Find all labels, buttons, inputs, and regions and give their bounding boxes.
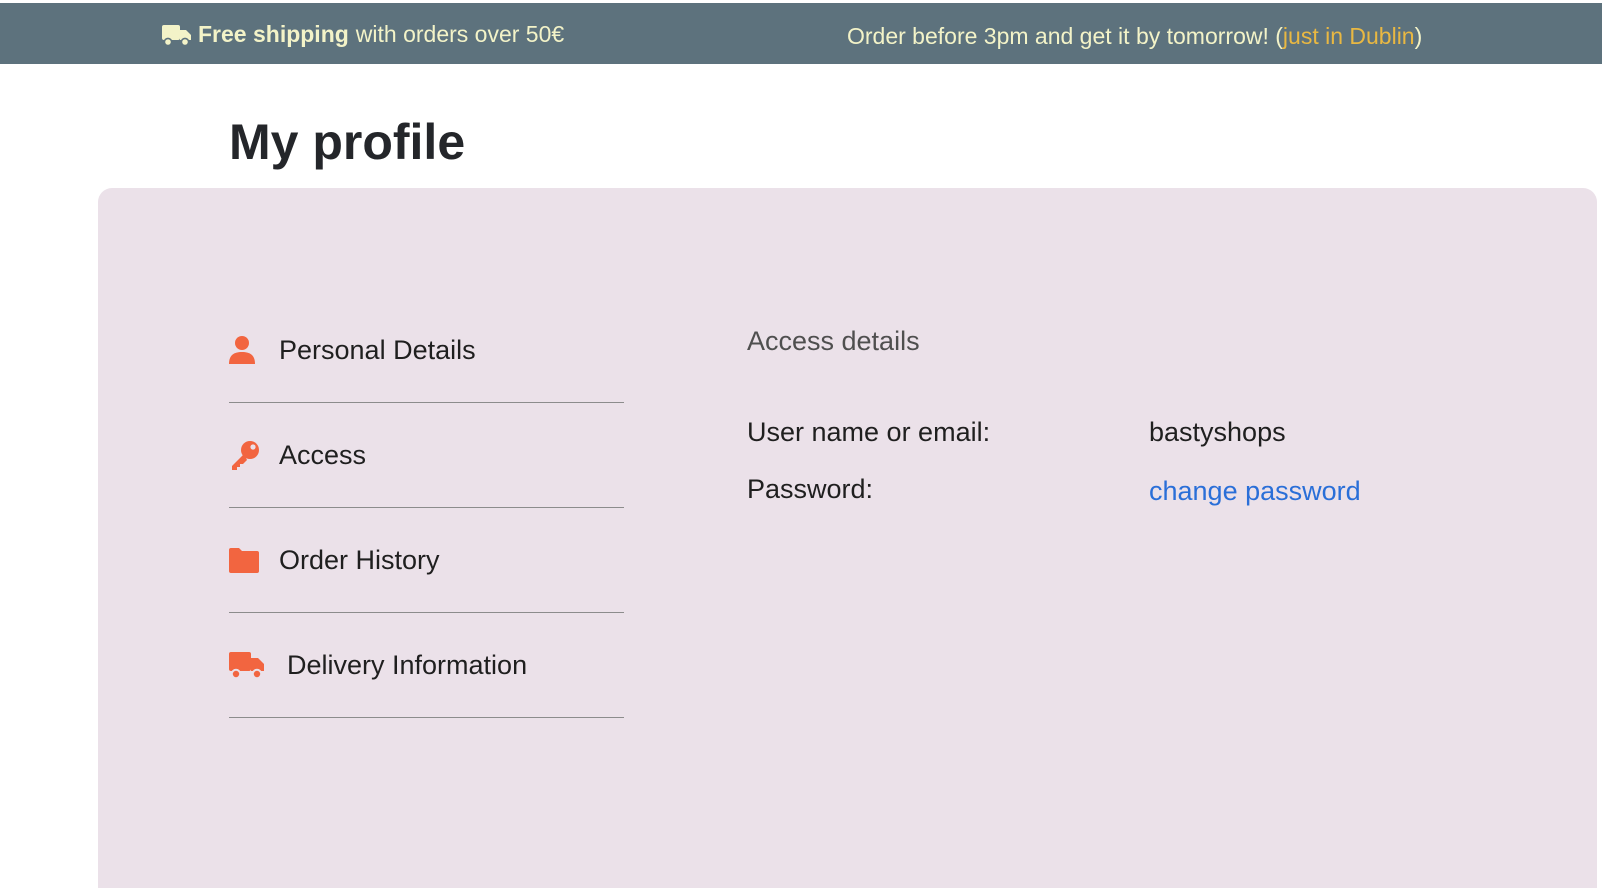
sidebar-item-label: Personal Details xyxy=(279,334,476,365)
profile-sidebar: Personal Details Access Order History De… xyxy=(229,298,624,718)
free-shipping-label: Free shipping xyxy=(198,21,349,47)
sidebar-item-delivery-information[interactable]: Delivery Information xyxy=(229,613,624,718)
free-shipping-notice: Free shipping with orders over 50€ xyxy=(162,21,564,48)
sidebar-item-access[interactable]: Access xyxy=(229,403,624,508)
deadline-text: Order before 3pm and get it by tomorrow!… xyxy=(847,23,1283,49)
dublin-highlight: just in Dublin xyxy=(1282,23,1415,49)
deadline-close-paren: ) xyxy=(1414,23,1423,49)
username-label: User name or email: xyxy=(747,417,991,447)
password-label: Password: xyxy=(747,474,874,504)
delivery-deadline-notice: Order before 3pm and get it by tomorrow!… xyxy=(847,23,1422,50)
sidebar-item-label: Access xyxy=(279,439,367,470)
username-value: bastyshops xyxy=(1149,417,1286,447)
folder-icon xyxy=(229,547,265,573)
sidebar-item-label: Delivery Information xyxy=(287,649,528,680)
truck-icon xyxy=(229,650,273,680)
user-icon xyxy=(229,335,265,365)
promo-banner: Free shipping with orders over 50€ Order… xyxy=(0,3,1602,64)
page-title: My profile xyxy=(229,114,466,170)
key-icon xyxy=(229,439,265,471)
sidebar-item-order-history[interactable]: Order History xyxy=(229,508,624,613)
sidebar-item-label: Order History xyxy=(279,544,440,575)
truck-icon xyxy=(162,24,191,46)
sidebar-item-personal-details[interactable]: Personal Details xyxy=(229,298,624,403)
access-details-title: Access details xyxy=(747,326,920,356)
change-password-link[interactable]: change password xyxy=(1149,476,1361,507)
free-shipping-condition: with orders over 50€ xyxy=(355,21,565,47)
